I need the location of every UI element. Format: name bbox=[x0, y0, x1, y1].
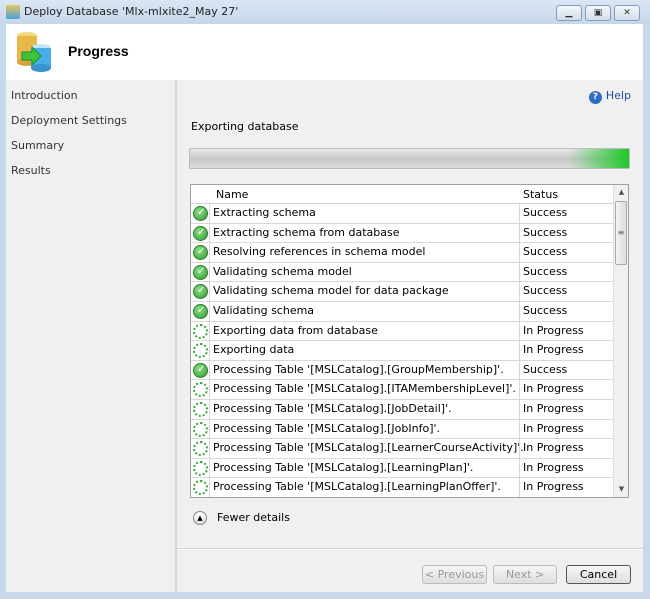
row-status: In Progress bbox=[519, 380, 614, 400]
table-header: Name Status bbox=[191, 185, 614, 204]
fewer-details-button[interactable]: ▲ Fewer details bbox=[193, 511, 290, 525]
in-progress-spinner-icon bbox=[193, 441, 208, 457]
page-title: Progress bbox=[68, 43, 129, 59]
row-status: In Progress bbox=[519, 458, 614, 478]
scroll-up-icon[interactable]: ▲ bbox=[614, 185, 628, 200]
table-row[interactable]: Exporting data In Progress bbox=[191, 341, 614, 361]
in-progress-spinner-icon bbox=[193, 480, 208, 496]
table-row[interactable]: Resolving references in schema modelSucc… bbox=[191, 243, 614, 263]
table-row[interactable]: Processing Table '[MSLCatalog].[ITAMembe… bbox=[191, 380, 614, 400]
success-check-icon bbox=[193, 245, 208, 261]
sidebar-item-deployment-settings[interactable]: Deployment Settings bbox=[11, 114, 127, 127]
title-bar: Deploy Database 'Mlx-mlxite2_May 27' ▁ ▣… bbox=[0, 0, 650, 24]
success-check-icon bbox=[193, 362, 208, 378]
success-check-icon bbox=[193, 304, 208, 319]
row-name: Processing Table '[MSLCatalog].[JobInfo]… bbox=[209, 419, 519, 439]
row-name: Processing Table '[MSLCatalog].[ITAMembe… bbox=[209, 380, 519, 400]
row-status: Success bbox=[519, 360, 614, 380]
row-status: In Progress bbox=[519, 439, 614, 459]
window-title: Deploy Database 'Mlx-mlxite2_May 27' bbox=[24, 5, 239, 18]
row-status: In Progress bbox=[519, 400, 614, 419]
row-name: Processing Table '[MSLCatalog].[LearnerC… bbox=[209, 439, 524, 459]
sidebar-item-results[interactable]: Results bbox=[11, 164, 51, 177]
row-status: Success bbox=[519, 282, 614, 302]
fewer-details-label: Fewer details bbox=[217, 511, 290, 524]
previous-button[interactable]: < Previous bbox=[422, 565, 487, 584]
cancel-button[interactable]: Cancel bbox=[566, 565, 631, 584]
table-row[interactable]: Validating schemaSuccess bbox=[191, 302, 614, 322]
main-panel: ?Help Exporting database Name Status Ext… bbox=[177, 80, 643, 592]
table-row[interactable]: Exporting data from database In Progress bbox=[191, 321, 614, 342]
table-row[interactable]: Validating schema modelSuccess bbox=[191, 262, 614, 283]
row-name: Validating schema model bbox=[209, 262, 519, 282]
column-status[interactable]: Status bbox=[523, 188, 558, 201]
row-status: Success bbox=[519, 262, 614, 282]
success-check-icon bbox=[193, 284, 208, 300]
sidebar: Introduction Deployment Settings Summary… bbox=[6, 80, 175, 592]
scroll-down-icon[interactable]: ▼ bbox=[614, 482, 628, 497]
chevron-up-icon: ▲ bbox=[193, 511, 207, 525]
help-link[interactable]: ? Help bbox=[588, 89, 631, 104]
table-row[interactable]: Processing Table '[MSLCatalog].[Learning… bbox=[191, 458, 614, 479]
page-header: Progress bbox=[6, 24, 643, 80]
table-row[interactable]: Processing Table '[MSLCatalog].[JobDetai… bbox=[191, 400, 614, 420]
success-check-icon bbox=[193, 206, 208, 221]
scroll-thumb[interactable]: ≡ bbox=[615, 201, 627, 265]
row-name: Extracting schema from database bbox=[209, 223, 519, 243]
row-status: Success bbox=[519, 243, 614, 263]
maximize-button[interactable]: ▣ bbox=[585, 5, 611, 21]
row-name: Validating schema bbox=[209, 302, 519, 321]
minimize-button[interactable]: ▁ bbox=[556, 5, 582, 21]
next-button[interactable]: Next > bbox=[493, 565, 557, 584]
row-name: Processing Table '[MSLCatalog].[Learning… bbox=[209, 458, 519, 478]
row-status: In Progress bbox=[519, 478, 614, 497]
row-name: Validating schema model for data package bbox=[209, 282, 519, 302]
progress-table: Name Status Extracting schemaSuccessExtr… bbox=[190, 184, 629, 498]
app-icon bbox=[6, 5, 20, 19]
row-status: Success bbox=[519, 223, 614, 243]
in-progress-spinner-icon bbox=[193, 382, 208, 398]
scrollbar[interactable]: ▲ ≡ ▼ bbox=[613, 185, 628, 497]
row-name: Exporting data from database bbox=[209, 321, 519, 341]
in-progress-spinner-icon bbox=[193, 460, 208, 476]
in-progress-spinner-icon bbox=[193, 343, 208, 359]
progress-marquee bbox=[569, 149, 629, 168]
divider bbox=[177, 548, 643, 550]
row-name: Processing Table '[MSLCatalog].[Learning… bbox=[209, 478, 519, 497]
help-icon: ? bbox=[588, 91, 602, 104]
row-status: In Progress bbox=[519, 321, 614, 341]
in-progress-spinner-icon bbox=[193, 402, 208, 417]
column-name[interactable]: Name bbox=[216, 188, 248, 201]
row-name: Exporting data bbox=[209, 341, 519, 361]
row-name: Processing Table '[MSLCatalog].[JobDetai… bbox=[209, 400, 519, 419]
row-status: In Progress bbox=[519, 341, 614, 361]
success-check-icon bbox=[193, 225, 208, 241]
close-button[interactable]: ✕ bbox=[614, 5, 640, 21]
success-check-icon bbox=[193, 264, 208, 280]
progress-bar bbox=[189, 148, 630, 169]
row-status: Success bbox=[519, 204, 614, 223]
row-name: Extracting schema bbox=[209, 204, 519, 223]
in-progress-spinner-icon bbox=[193, 421, 208, 437]
help-label: Help bbox=[605, 89, 631, 102]
row-status: In Progress bbox=[519, 419, 614, 439]
table-row[interactable]: Processing Table '[MSLCatalog].[LearnerC… bbox=[191, 439, 614, 459]
table-row[interactable]: Processing Table '[MSLCatalog].[JobInfo]… bbox=[191, 419, 614, 440]
table-row[interactable]: Processing Table '[MSLCatalog].[GroupMem… bbox=[191, 360, 614, 381]
status-subtitle: Exporting database bbox=[191, 120, 299, 133]
table-row[interactable]: Processing Table '[MSLCatalog].[Learning… bbox=[191, 478, 614, 497]
table-row[interactable]: Validating schema model for data package… bbox=[191, 282, 614, 302]
row-name: Resolving references in schema model bbox=[209, 243, 519, 263]
sidebar-item-summary[interactable]: Summary bbox=[11, 139, 64, 152]
row-name: Processing Table '[MSLCatalog].[GroupMem… bbox=[209, 360, 519, 380]
table-row[interactable]: Extracting schemaSuccess bbox=[191, 204, 614, 224]
in-progress-spinner-icon bbox=[193, 323, 208, 339]
sidebar-item-introduction[interactable]: Introduction bbox=[11, 89, 78, 102]
row-status: Success bbox=[519, 302, 614, 321]
database-deploy-icon bbox=[17, 32, 51, 72]
table-row[interactable]: Extracting schema from databaseSuccess bbox=[191, 223, 614, 244]
